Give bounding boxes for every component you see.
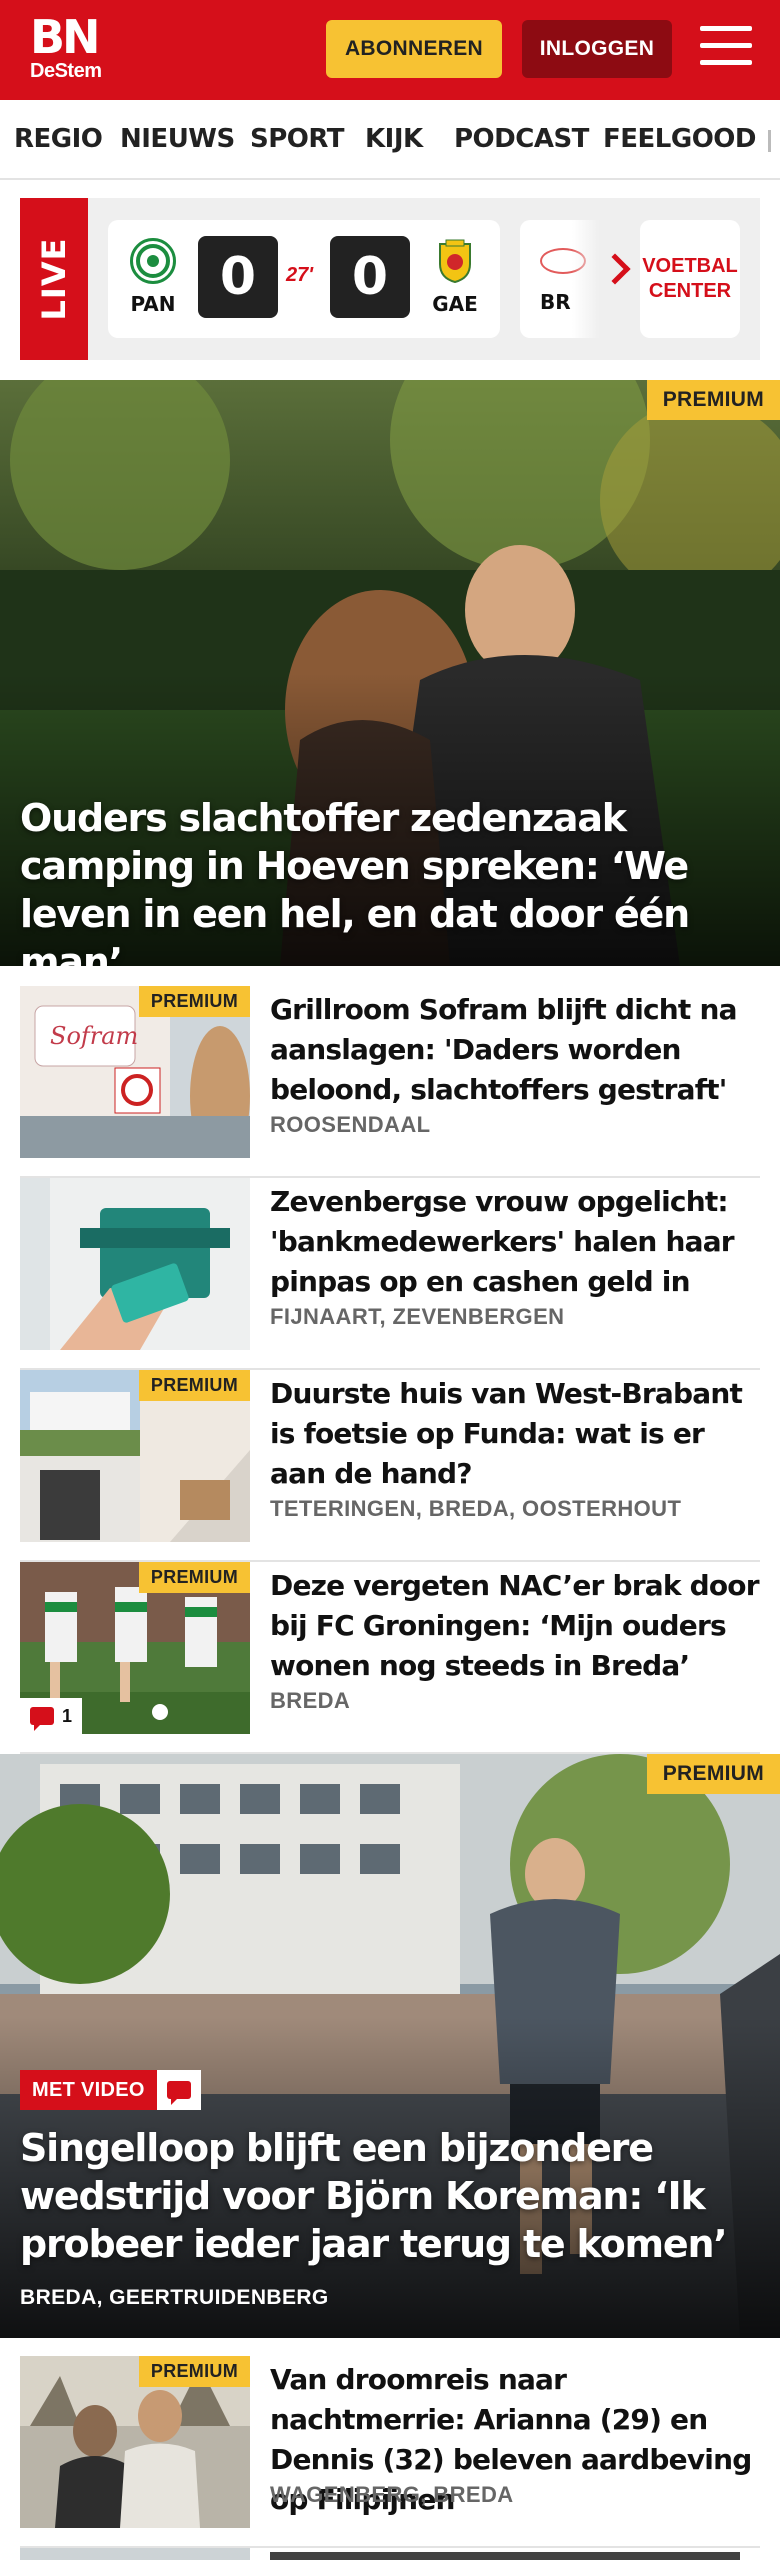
login-button[interactable]: INLOGGEN	[522, 20, 672, 78]
comments-count[interactable]: 1	[20, 1698, 83, 1734]
hero-article-title[interactable]: Singelloop blijft een bijzondere wedstri…	[20, 2124, 760, 2268]
away-team-name: GAE	[432, 292, 478, 316]
article-location: TETERINGEN, BREDA, OOSTERHOUT	[270, 1496, 682, 1521]
svg-text:Sofram: Sofram	[50, 1022, 138, 1050]
home-team-name: PAN	[130, 292, 176, 316]
next-team-name: BR	[540, 290, 571, 314]
comment-icon	[156, 2070, 201, 2110]
list-item[interactable]: PREMIUM 1 Deze vergeten NAC’er brak door…	[20, 1562, 760, 1754]
live-scores-bar: LIVE PAN 0 27' 0 GAE BR VOETBAL CENTER	[20, 198, 760, 360]
article-location: FIJNAART, ZEVENBERGEN	[270, 1304, 565, 1329]
menu-icon-bar	[700, 26, 752, 31]
article-title[interactable]: Deze vergeten NAC’er brak door bij FC Gr…	[270, 1566, 760, 1686]
article-title[interactable]: Grillroom Sofram blijft dicht na aanslag…	[270, 990, 760, 1110]
list-item[interactable]: Zevenbergse vrouw opgelicht: 'bankmedewe…	[20, 1178, 760, 1370]
scroll-fade	[572, 220, 640, 338]
video-badge: MET VIDEO	[20, 2070, 201, 2110]
premium-badge: PREMIUM	[138, 1562, 250, 1593]
away-score: 0	[330, 236, 410, 318]
menu-icon-bar	[700, 60, 752, 65]
live-match-card[interactable]: PAN 0 27' 0 GAE	[108, 220, 500, 338]
site-logo[interactable]: BN DeStem	[30, 10, 102, 82]
nav-item-kijk[interactable]: KIJK	[365, 124, 423, 154]
article-title-partial	[270, 2552, 740, 2560]
match-minute: 27'	[286, 264, 314, 286]
article-thumbnail: PREMIUM	[20, 1370, 250, 1542]
article-thumbnail	[20, 1178, 250, 1350]
away-team: GAE	[420, 238, 490, 316]
article-image	[20, 1178, 250, 1350]
article-location: ROOSENDAAL	[270, 1112, 431, 1137]
premium-badge: PREMIUM	[138, 2356, 250, 2387]
article-thumbnail: PREMIUM 1	[20, 1562, 250, 1734]
nav-item-nieuws[interactable]: NIEUWS	[120, 124, 235, 154]
hero-article-title[interactable]: Ouders slachtoffer zedenzaak camping in …	[20, 794, 760, 966]
home-team-crest-icon	[130, 238, 176, 284]
list-item[interactable]: Sofram PREMIUM Grillroom Sofram blijft d…	[20, 986, 760, 1178]
away-team-crest-icon	[432, 238, 478, 284]
voetbal-center-button[interactable]: VOETBAL CENTER	[640, 220, 740, 338]
list-item[interactable]: PREMIUM Van droomreis naar nachtmerrie: …	[20, 2356, 760, 2548]
nav-item-sport[interactable]: SPORT	[250, 124, 344, 154]
article-title[interactable]: Zevenbergse vrouw opgelicht: 'bankmedewe…	[270, 1182, 760, 1302]
article-title[interactable]: Duurste huis van West-Brabant is foetsie…	[270, 1374, 760, 1494]
premium-badge: PREMIUM	[138, 1370, 250, 1401]
home-team: PAN	[118, 238, 188, 316]
comments-count-value: 1	[62, 1705, 73, 1726]
nav-item-podcast[interactable]: PODCAST	[454, 124, 589, 154]
nav-item-feelgood[interactable]: FEELGOOD	[603, 124, 756, 154]
article-thumbnail: Sofram PREMIUM	[20, 986, 250, 1158]
list-item[interactable]: PREMIUM Duurste huis van West-Brabant is…	[20, 1370, 760, 1562]
video-label: MET VIDEO	[20, 2070, 157, 2110]
hero-article[interactable]: PREMIUM Ouders slachtoffer zedenzaak cam…	[0, 380, 780, 966]
menu-icon[interactable]	[700, 26, 752, 70]
article-thumbnail: PREMIUM	[20, 2356, 250, 2528]
article-location: BREDA	[270, 1688, 351, 1713]
live-label-text: LIVE	[35, 237, 73, 321]
comment-icon	[30, 1707, 54, 1731]
home-score: 0	[198, 236, 278, 318]
top-header: BN DeStem ABONNEREN INLOGGEN	[0, 0, 780, 100]
premium-badge: PREMIUM	[646, 380, 780, 420]
live-label: LIVE	[20, 198, 88, 360]
logo-sub-text: DeStem	[30, 60, 102, 82]
nav-item-regio[interactable]: REGIO	[14, 124, 103, 154]
premium-badge: PREMIUM	[646, 1754, 780, 1794]
main-nav: REGIO NIEUWS SPORT KIJK PODCAST FEELGOOD	[0, 100, 780, 180]
hero-article-location: BREDA, GEERTRUIDENBERG	[20, 2286, 329, 2309]
logo-main-text: BN	[30, 10, 101, 64]
article-thumbnail-partial	[20, 2548, 250, 2560]
hero-article-2[interactable]: PREMIUM MET VIDEO Singelloop blijft een …	[0, 1754, 780, 2338]
subscribe-button[interactable]: ABONNEREN	[326, 20, 502, 78]
menu-icon-bar	[700, 43, 752, 48]
article-location: WAGENBERG, BREDA	[270, 2482, 514, 2507]
nav-overflow-divider	[768, 130, 771, 152]
premium-badge: PREMIUM	[138, 986, 250, 1017]
